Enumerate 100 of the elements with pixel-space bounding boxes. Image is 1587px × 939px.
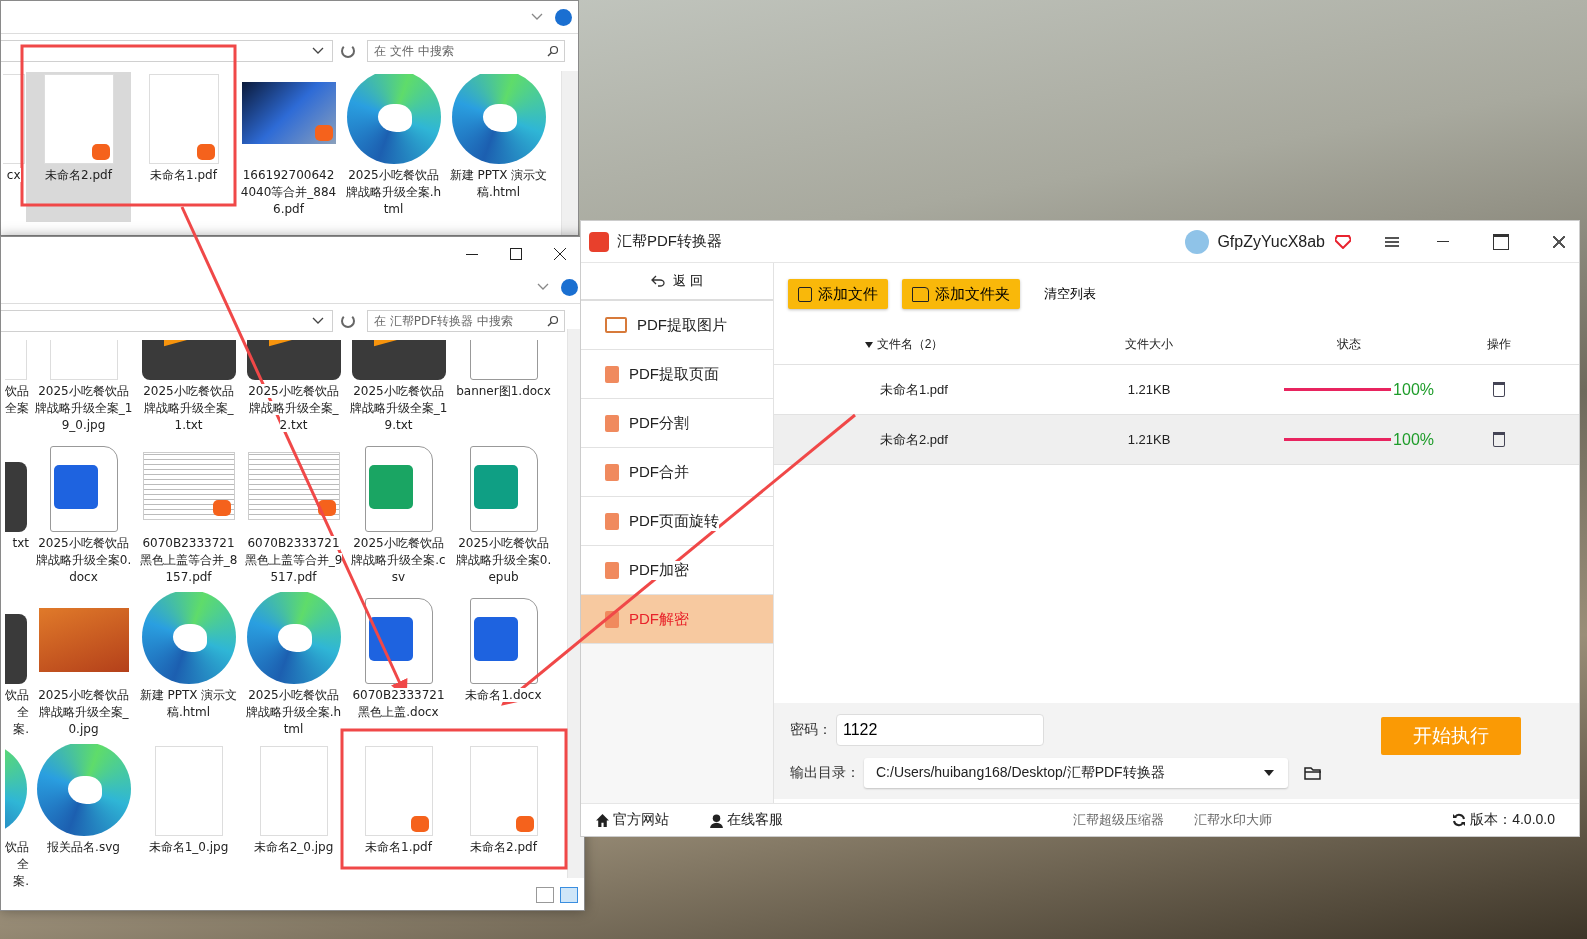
search-field[interactable]: 在 文件 中搜索: [367, 40, 565, 62]
file-item[interactable]: 未命名1.pdf: [346, 742, 451, 894]
thumbnail-view-icon[interactable]: [560, 887, 578, 903]
footer-link[interactable]: 在线客服: [709, 811, 783, 829]
maximize-icon[interactable]: [1493, 233, 1509, 250]
chevron-icon[interactable]: [531, 13, 543, 21]
footer-link[interactable]: 汇帮水印大师: [1194, 811, 1272, 829]
file-item[interactable]: 6070B2333721黑色上盖等合并_9517.pdf: [241, 438, 346, 590]
search-field[interactable]: 在 汇帮PDF转换器 中搜索: [367, 310, 565, 332]
sidebar-item[interactable]: PDF提取图片: [581, 301, 773, 350]
file-item[interactable]: 新建 PPTX 演示文稿.html: [446, 72, 551, 222]
file-item[interactable]: 2025小吃餐饮品牌战略升级全案_0.jpg: [31, 590, 136, 742]
password-field[interactable]: 1122: [836, 714, 1044, 746]
file-item[interactable]: 2025小吃餐饮品牌战略升级全案.html: [241, 590, 346, 742]
footer-link[interactable]: 官方网站: [595, 811, 669, 829]
column-header[interactable]: 文件大小: [1125, 335, 1173, 353]
file-icon: [247, 452, 340, 520]
table-cell: 未命名1.pdf: [880, 380, 948, 399]
file-icon: [469, 446, 538, 532]
help-icon[interactable]: [555, 8, 572, 26]
file-item[interactable]: 2025小吃餐饮品牌战略升级全案0.epub: [451, 438, 556, 590]
table-cell: 1.21KB: [1127, 382, 1171, 397]
file-icon: [469, 598, 538, 684]
file-item[interactable]: banner图1.docx: [451, 338, 556, 438]
file-item[interactable]: 2025小吃餐饮品牌战略升级全案_19_0.jpg: [31, 338, 136, 438]
back-button[interactable]: 返 回: [581, 263, 773, 301]
column-header[interactable]: 文件名（2）: [876, 335, 944, 353]
help-icon[interactable]: [561, 278, 578, 296]
trash-icon[interactable]: [1493, 382, 1505, 397]
address-field[interactable]: [1, 310, 333, 332]
file-item[interactable]: 2025小吃餐饮品牌战略升级全案_19.txt: [346, 338, 451, 438]
refresh-icon[interactable]: [1452, 813, 1467, 827]
home-icon: [595, 812, 610, 828]
file-icon: [43, 74, 114, 164]
table-cell: 1.21KB: [1127, 432, 1171, 447]
file-icon: [259, 746, 328, 836]
file-item[interactable]: 2025小吃餐饮品牌战略升级全案_2.txt: [241, 338, 346, 438]
back-arrow-icon: [651, 275, 666, 287]
sidebar-item[interactable]: PDF分割: [581, 399, 773, 448]
file-item[interactable]: 未命名2.pdf: [451, 742, 556, 894]
file-item[interactable]: 2025小吃餐饮品牌战略升级全案.csv: [346, 438, 451, 590]
clear-list-button[interactable]: 清空列表: [1034, 279, 1106, 309]
chevron-icon[interactable]: [537, 283, 549, 291]
file-item[interactable]: 6070B2333721黑色上盖等合并_8157.pdf: [136, 438, 241, 590]
file-icon: [142, 452, 235, 520]
scrollbar[interactable]: [561, 71, 578, 235]
address-field[interactable]: [1, 40, 333, 62]
sort-icon[interactable]: [864, 341, 873, 348]
file-item[interactable]: 未命名2.pdf: [26, 72, 131, 222]
search-icon[interactable]: [547, 315, 559, 327]
field-label: 输出目录：: [790, 764, 860, 782]
file-icon: [364, 598, 433, 684]
caret-icon[interactable]: [312, 317, 324, 325]
username: GfpZyYucX8ab: [1217, 232, 1325, 251]
output-dropdown[interactable]: C:/Users/huibang168/Desktop/汇帮PDF转换器: [864, 758, 1288, 788]
table-cell: 未命名2.pdf: [880, 430, 948, 449]
file-item[interactable]: 饮品全案: [1, 338, 31, 438]
file-item[interactable]: 6070B2333721黑色上盖.docx: [346, 590, 451, 742]
progress-reading: 100%: [1393, 430, 1434, 449]
sidebar-item[interactable]: PDF合并: [581, 448, 773, 497]
search-icon[interactable]: [547, 45, 559, 57]
window-title: 汇帮PDF转换器: [617, 232, 722, 251]
file-item[interactable]: 2025小吃餐饮品牌战略升级全案_1.txt: [136, 338, 241, 438]
file-item[interactable]: 1661927006424040等合并_8846.pdf: [236, 72, 341, 222]
sidebar-item[interactable]: PDF提取页面: [581, 350, 773, 399]
progress-reading: 100%: [1393, 380, 1434, 399]
minimize-icon[interactable]: [466, 253, 478, 255]
file-item[interactable]: cx: [1, 72, 26, 222]
pdf-logo-icon: [589, 231, 609, 252]
add-file-button[interactable]: 添加文件: [788, 279, 888, 309]
folder-icon[interactable]: [1304, 766, 1322, 780]
file-item[interactable]: txt: [1, 438, 31, 590]
file-icon: [154, 746, 223, 836]
file-item[interactable]: 未命名2_0.jpg: [241, 742, 346, 894]
diamond-icon[interactable]: [1335, 234, 1351, 249]
maximize-icon[interactable]: [510, 248, 522, 260]
sidebar-item[interactable]: PDF加密: [581, 546, 773, 595]
menu-icon[interactable]: [1385, 236, 1399, 247]
close-icon[interactable]: [1553, 235, 1565, 248]
file-item[interactable]: 报关品名.svg: [31, 742, 136, 894]
file-item[interactable]: 未命名1_0.jpg: [136, 742, 241, 894]
column-header[interactable]: 状态: [1337, 335, 1361, 353]
add-folder-button[interactable]: 添加文件夹: [902, 279, 1020, 309]
trash-icon[interactable]: [1493, 432, 1505, 447]
file-item[interactable]: 新建 PPTX 演示文稿.html: [136, 590, 241, 742]
footer-link[interactable]: 汇帮超级压缩器: [1073, 811, 1164, 829]
file-item[interactable]: 2025小吃餐饮品牌战略升级全案.html: [341, 72, 446, 222]
caret-icon[interactable]: [312, 47, 324, 55]
table-row[interactable]: 未命名2.pdf 1.21KB 100%: [774, 415, 1579, 465]
column-header[interactable]: 操作: [1487, 335, 1511, 353]
file-item[interactable]: 未命名1.docx: [451, 590, 556, 742]
file-item[interactable]: 饮品全案.: [1, 742, 31, 894]
close-icon[interactable]: [554, 248, 566, 260]
file-item[interactable]: 2025小吃餐饮品牌战略升级全案0.docx: [31, 438, 136, 590]
file-item[interactable]: 饮品全案.: [1, 590, 31, 742]
file-item[interactable]: 未命名1.pdf: [131, 72, 236, 222]
file-icon: [364, 446, 433, 532]
details-view-icon[interactable]: [536, 887, 554, 903]
sidebar-item[interactable]: PDF页面旋转: [581, 497, 773, 546]
file-icon: [148, 74, 219, 164]
